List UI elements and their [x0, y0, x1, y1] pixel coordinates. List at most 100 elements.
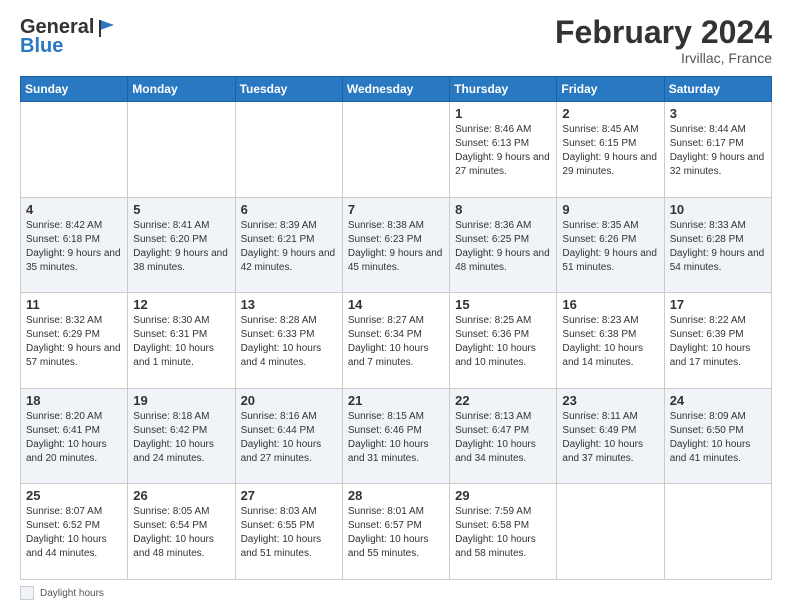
day-info-text: Sunrise: 8:32 AM Sunset: 6:29 PM Dayligh…: [26, 314, 122, 370]
calendar-cell: 17Sunrise: 8:22 AM Sunset: 6:39 PM Dayli…: [664, 293, 771, 389]
day-number: 8: [455, 202, 551, 217]
calendar-cell: 3Sunrise: 8:44 AM Sunset: 6:17 PM Daylig…: [664, 102, 771, 198]
dow-header-cell: Monday: [128, 77, 235, 102]
calendar-cell: 26 Sunrise: 8:05 AM Sunset: 6:54 PM Dayli…: [128, 484, 235, 580]
calendar-cell: [128, 102, 235, 198]
day-of-week-header-row: SundayMondayTuesdayWednesdayThursdayFrid…: [21, 77, 772, 102]
day-info-text: Sunrise: 8:42 AM Sunset: 6:18 PM Dayligh…: [26, 219, 122, 275]
day-info-text: Sunrise: 8:03 AM Sunset: 6:55 PM Dayligh…: [241, 505, 337, 561]
day-number: 27: [241, 488, 337, 503]
dow-header-cell: Saturday: [664, 77, 771, 102]
day-info-text: Sunrise: 8:45 AM Sunset: 6:15 PM Dayligh…: [562, 123, 658, 179]
day-number: 13: [241, 297, 337, 312]
calendar-cell: 11 Sunrise: 8:32 AM Sunset: 6:29 PM Dayli…: [21, 293, 128, 389]
calendar-cell: 25 Sunrise: 8:07 AM Sunset: 6:52 PM Dayli…: [21, 484, 128, 580]
calendar-cell: [664, 484, 771, 580]
day-info-text: Sunrise: 8:30 AM Sunset: 6:31 PM Dayligh…: [133, 314, 229, 370]
day-number: 14: [348, 297, 444, 312]
day-number: 12: [133, 297, 229, 312]
day-number: 2: [562, 106, 658, 121]
dow-header-cell: Friday: [557, 77, 664, 102]
day-info-text: Sunrise: 8:09 AM Sunset: 6:50 PM Dayligh…: [670, 410, 766, 466]
day-info-text: Sunrise: 8:05 AM Sunset: 6:54 PM Dayligh…: [133, 505, 229, 561]
dow-header-cell: Thursday: [450, 77, 557, 102]
day-number: 25: [26, 488, 122, 503]
day-number: 3: [670, 106, 766, 121]
calendar-cell: 27 Sunrise: 8:03 AM Sunset: 6:55 PM Dayli…: [235, 484, 342, 580]
day-number: 29: [455, 488, 551, 503]
day-number: 15: [455, 297, 551, 312]
calendar-cell: 10Sunrise: 8:33 AM Sunset: 6:28 PM Dayli…: [664, 197, 771, 293]
header-title-block: February 2024 Irvillac, France: [555, 16, 772, 66]
day-info-text: Sunrise: 7:59 AM Sunset: 6:58 PM Dayligh…: [455, 505, 551, 561]
day-info-text: Sunrise: 8:33 AM Sunset: 6:28 PM Dayligh…: [670, 219, 766, 275]
calendar-cell: 28Sunrise: 8:01 AM Sunset: 6:57 PM Dayli…: [342, 484, 449, 580]
calendar-cell: 20 Sunrise: 8:16 AM Sunset: 6:44 PM Dayli…: [235, 388, 342, 484]
calendar-cell: 24 Sunrise: 8:09 AM Sunset: 6:50 PM Dayli…: [664, 388, 771, 484]
logo: General Blue: [20, 16, 118, 58]
day-number: 28: [348, 488, 444, 503]
calendar-cell: 18 Sunrise: 8:20 AM Sunset: 6:41 PM Dayli…: [21, 388, 128, 484]
day-info-text: Sunrise: 8:27 AM Sunset: 6:34 PM Dayligh…: [348, 314, 444, 370]
day-info-text: Sunrise: 8:15 AM Sunset: 6:46 PM Dayligh…: [348, 410, 444, 466]
day-number: 11: [26, 297, 122, 312]
day-info-text: Sunrise: 8:39 AM Sunset: 6:21 PM Dayligh…: [241, 219, 337, 275]
calendar-week-row: 4 Sunrise: 8:42 AM Sunset: 6:18 PM Daylig…: [21, 197, 772, 293]
calendar-cell: 6Sunrise: 8:39 AM Sunset: 6:21 PM Daylig…: [235, 197, 342, 293]
dow-header-cell: Wednesday: [342, 77, 449, 102]
day-number: 26: [133, 488, 229, 503]
dow-header-cell: Sunday: [21, 77, 128, 102]
day-number: 5: [133, 202, 229, 217]
calendar-cell: 7 Sunrise: 8:38 AM Sunset: 6:23 PM Daylig…: [342, 197, 449, 293]
calendar-cell: 8Sunrise: 8:36 AM Sunset: 6:25 PM Daylig…: [450, 197, 557, 293]
calendar-cell: 19 Sunrise: 8:18 AM Sunset: 6:42 PM Dayli…: [128, 388, 235, 484]
calendar-cell: 16 Sunrise: 8:23 AM Sunset: 6:38 PM Dayli…: [557, 293, 664, 389]
day-info-text: Sunrise: 8:22 AM Sunset: 6:39 PM Dayligh…: [670, 314, 766, 370]
day-info-text: Sunrise: 8:28 AM Sunset: 6:33 PM Dayligh…: [241, 314, 337, 370]
day-info-text: Sunrise: 8:16 AM Sunset: 6:44 PM Dayligh…: [241, 410, 337, 466]
calendar-table: SundayMondayTuesdayWednesdayThursdayFrid…: [20, 76, 772, 580]
calendar-cell: 13 Sunrise: 8:28 AM Sunset: 6:33 PM Dayli…: [235, 293, 342, 389]
calendar-cell: 15 Sunrise: 8:25 AM Sunset: 6:36 PM Dayli…: [450, 293, 557, 389]
day-info-text: Sunrise: 8:35 AM Sunset: 6:26 PM Dayligh…: [562, 219, 658, 275]
calendar-cell: 5 Sunrise: 8:41 AM Sunset: 6:20 PM Daylig…: [128, 197, 235, 293]
day-info-text: Sunrise: 8:41 AM Sunset: 6:20 PM Dayligh…: [133, 219, 229, 275]
calendar-cell: [235, 102, 342, 198]
day-number: 1: [455, 106, 551, 121]
day-number: 19: [133, 393, 229, 408]
day-number: 20: [241, 393, 337, 408]
calendar-week-row: 11 Sunrise: 8:32 AM Sunset: 6:29 PM Dayli…: [21, 293, 772, 389]
day-info-text: Sunrise: 8:18 AM Sunset: 6:42 PM Dayligh…: [133, 410, 229, 466]
day-number: 9: [562, 202, 658, 217]
dow-header-cell: Tuesday: [235, 77, 342, 102]
day-info-text: Sunrise: 8:25 AM Sunset: 6:36 PM Dayligh…: [455, 314, 551, 370]
daylight-label: Daylight hours: [40, 588, 104, 599]
day-info-text: Sunrise: 8:23 AM Sunset: 6:38 PM Dayligh…: [562, 314, 658, 370]
day-number: 7: [348, 202, 444, 217]
day-info-text: Sunrise: 8:38 AM Sunset: 6:23 PM Dayligh…: [348, 219, 444, 275]
calendar-cell: [21, 102, 128, 198]
day-number: 24: [670, 393, 766, 408]
calendar-cell: 21 Sunrise: 8:15 AM Sunset: 6:46 PM Dayli…: [342, 388, 449, 484]
day-info-text: Sunrise: 8:11 AM Sunset: 6:49 PM Dayligh…: [562, 410, 658, 466]
page-header: General Blue February 2024 Irvillac, Fra…: [20, 16, 772, 66]
day-number: 18: [26, 393, 122, 408]
calendar-cell: 29 Sunrise: 7:59 AM Sunset: 6:58 PM Dayli…: [450, 484, 557, 580]
calendar-cell: 22Sunrise: 8:13 AM Sunset: 6:47 PM Dayli…: [450, 388, 557, 484]
calendar-cell: 4 Sunrise: 8:42 AM Sunset: 6:18 PM Daylig…: [21, 197, 128, 293]
day-number: 4: [26, 202, 122, 217]
day-number: 21: [348, 393, 444, 408]
calendar-cell: [557, 484, 664, 580]
calendar-cell: 1 Sunrise: 8:46 AM Sunset: 6:13 PM Daylig…: [450, 102, 557, 198]
day-info-text: Sunrise: 8:07 AM Sunset: 6:52 PM Dayligh…: [26, 505, 122, 561]
calendar-week-row: 18 Sunrise: 8:20 AM Sunset: 6:41 PM Dayli…: [21, 388, 772, 484]
day-info-text: Sunrise: 8:20 AM Sunset: 6:41 PM Dayligh…: [26, 410, 122, 466]
calendar-cell: 14 Sunrise: 8:27 AM Sunset: 6:34 PM Dayli…: [342, 293, 449, 389]
day-number: 22: [455, 393, 551, 408]
calendar-cell: 2 Sunrise: 8:45 AM Sunset: 6:15 PM Daylig…: [557, 102, 664, 198]
day-number: 16: [562, 297, 658, 312]
day-number: 23: [562, 393, 658, 408]
day-info-text: Sunrise: 8:46 AM Sunset: 6:13 PM Dayligh…: [455, 123, 551, 179]
calendar-cell: 12 Sunrise: 8:30 AM Sunset: 6:31 PM Dayli…: [128, 293, 235, 389]
footer: Daylight hours: [20, 586, 772, 600]
